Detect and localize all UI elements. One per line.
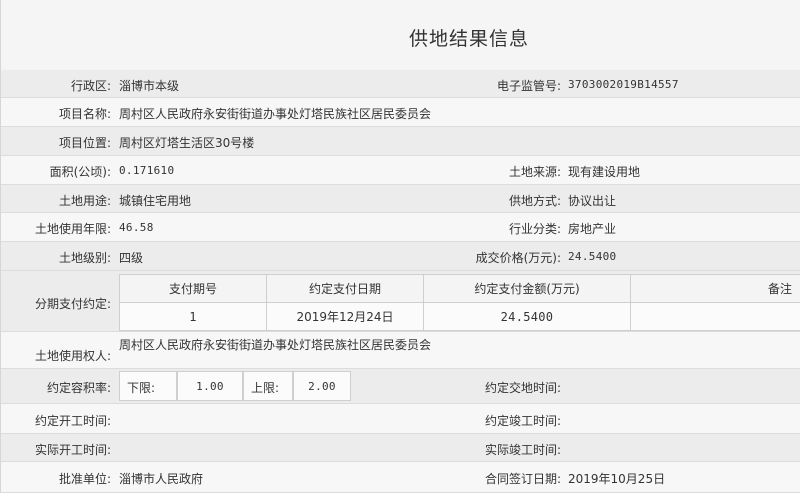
- installment-table: 支付期号 约定支付日期 约定支付金额(万元) 备注 1 2019年12月24日 …: [119, 274, 800, 331]
- far-lower-label-box: 下限:: [119, 371, 177, 401]
- use-years-value: 46.58: [119, 221, 154, 234]
- admin-region-value: 淄博市本级: [119, 79, 180, 93]
- row-use-years: 土地使用年限: 46.58 行业分类: 房地产业: [1, 213, 800, 242]
- approval-unit-label: 批准单位:: [58, 472, 111, 486]
- land-supply-result-page: 供地结果信息 行政区: 淄博市本级 电子监管号: 3703002019B1455…: [0, 0, 800, 493]
- far-upper-value: 2.00: [308, 380, 336, 393]
- industry-value: 房地产业: [568, 222, 617, 236]
- page-title: 供地结果信息: [409, 28, 530, 50]
- approval-unit-value: 淄博市人民政府: [119, 472, 204, 486]
- land-grade-value: 四级: [119, 251, 144, 265]
- installment-period-cell: 1: [119, 302, 267, 331]
- row-start-time: 约定开工时间: 约定竣工时间:: [1, 404, 800, 434]
- row-land-use: 土地用途: 城镇住宅用地 供地方式: 协议出让: [1, 185, 800, 213]
- supply-method-label: 供地方式:: [508, 194, 561, 208]
- admin-region-label: 行政区:: [70, 79, 111, 93]
- finish-time-label: 约定竣工时间:: [484, 414, 561, 428]
- land-source-label: 土地来源:: [508, 165, 561, 179]
- far-lower-label: 下限:: [127, 381, 156, 395]
- row-project-location: 项目位置: 周村区灯塔生活区30号楼: [1, 127, 800, 156]
- installment-header-period: 支付期号: [119, 274, 267, 303]
- project-location-label: 项目位置:: [58, 136, 111, 150]
- far-label: 约定容积率:: [46, 381, 111, 395]
- price-value: 24.5400: [568, 250, 617, 263]
- row-installment: 分期支付约定: 支付期号 约定支付日期 约定支付金额(万元) 备注 1 2019…: [1, 271, 800, 332]
- land-source-value: 现有建设用地: [568, 165, 641, 179]
- row-actual-time: 实际开工时间: 实际竣工时间:: [1, 434, 800, 462]
- far-lower-value: 1.00: [196, 380, 224, 393]
- installment-header-amount: 约定支付金额(万元): [423, 274, 631, 303]
- installment-header-date: 约定支付日期: [266, 274, 424, 303]
- far-upper-value-box: 2.00: [293, 371, 351, 401]
- contract-date-label: 合同签订日期:: [484, 472, 561, 486]
- table-row: 1 2019年12月24日 24.5400: [119, 302, 800, 331]
- project-name-value: 周村区人民政府永安街街道办事处灯塔民族社区居民委员会: [119, 107, 432, 121]
- installment-date-cell: 2019年12月24日: [266, 302, 424, 331]
- installment-label: 分期支付约定:: [34, 297, 111, 311]
- delivery-time-label: 约定交地时间:: [484, 381, 561, 395]
- land-use-value: 城镇住宅用地: [119, 194, 192, 208]
- project-name-label: 项目名称:: [58, 107, 111, 121]
- installment-header-row: 支付期号 约定支付日期 约定支付金额(万元) 备注: [119, 274, 800, 303]
- price-label: 成交价格(万元):: [475, 251, 561, 265]
- contract-date-value: 2019年10月25日: [568, 472, 666, 486]
- land-grade-label: 土地级别:: [58, 251, 111, 265]
- far-lower-value-box: 1.00: [177, 371, 243, 401]
- use-years-label: 土地使用年限:: [34, 222, 111, 236]
- actual-finish-label: 实际竣工时间:: [484, 443, 561, 457]
- project-location-value: 周村区灯塔生活区30号楼: [119, 136, 255, 150]
- area-label: 面积(公顷):: [49, 165, 111, 179]
- industry-label: 行业分类:: [508, 222, 561, 236]
- installment-amount-cell: 24.5400: [423, 302, 631, 331]
- start-time-label: 约定开工时间:: [34, 414, 111, 428]
- far-upper-label-box: 上限:: [243, 371, 293, 401]
- supply-method-value: 协议出让: [568, 194, 617, 208]
- row-project-name: 项目名称: 周村区人民政府永安街街道办事处灯塔民族社区居民委员会: [1, 98, 800, 127]
- actual-start-label: 实际开工时间:: [34, 443, 111, 457]
- supervision-no-value: 3703002019B14557: [568, 78, 679, 91]
- supervision-no-label: 电子监管号:: [496, 79, 561, 93]
- land-use-label: 土地用途:: [58, 194, 111, 208]
- row-approval: 批准单位: 淄博市人民政府 合同签订日期: 2019年10月25日: [1, 462, 800, 493]
- title-bar: 供地结果信息: [1, 0, 800, 71]
- installment-header-remark: 备注: [630, 274, 800, 303]
- row-region: 行政区: 淄博市本级 电子监管号: 3703002019B14557: [1, 70, 800, 98]
- land-user-label: 土地使用权人:: [34, 349, 111, 363]
- row-land-grade: 土地级别: 四级 成交价格(万元): 24.5400: [1, 242, 800, 271]
- area-value: 0.171610: [119, 164, 175, 177]
- installment-remark-cell: [630, 302, 800, 331]
- row-land-user: 土地使用权人: 周村区人民政府永安街街道办事处灯塔民族社区居民委员会: [1, 332, 800, 369]
- land-user-value: 周村区人民政府永安街街道办事处灯塔民族社区居民委员会: [119, 338, 432, 352]
- far-upper-label: 上限:: [251, 381, 280, 395]
- row-area: 面积(公顷): 0.171610 土地来源: 现有建设用地: [1, 156, 800, 185]
- row-floor-area-ratio: 约定容积率: 下限: 1.00 上限: 2.00 约定交地时间:: [1, 369, 800, 404]
